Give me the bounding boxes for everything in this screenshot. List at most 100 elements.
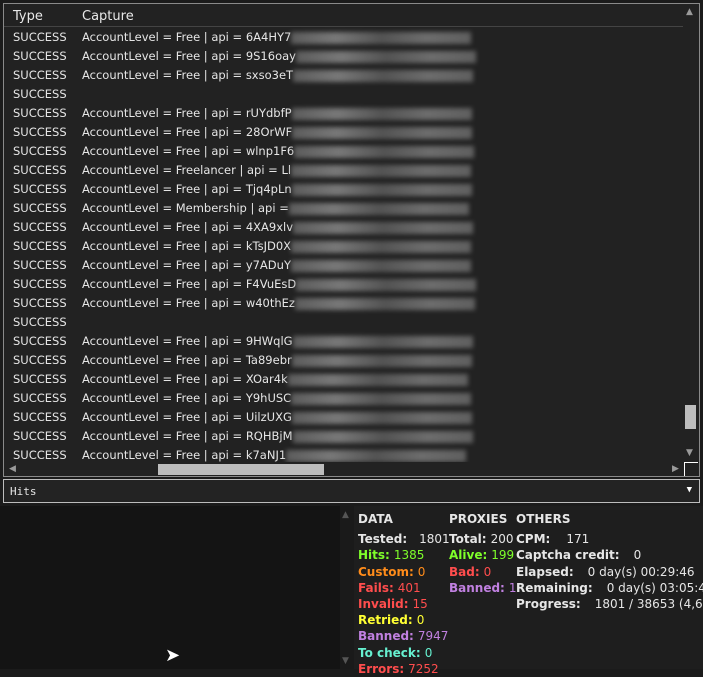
horizontal-scroll-thumb[interactable] [158,464,324,475]
horizontal-scrollbar[interactable]: ◀ ▶ [4,462,684,476]
stat-value: 15 [412,596,428,611]
scroll-down-icon[interactable]: ▼ [342,656,349,666]
row-capture: AccountLevel = Free | api = 4XA9xlv [82,218,473,237]
table-row[interactable]: SUCCESS AccountLevel = Free | api = XOar4… [4,370,684,389]
capture-text: AccountLevel = Free | api = XOar4k [82,372,288,386]
vertical-scroll-thumb[interactable] [685,405,696,429]
table-row[interactable]: SUCCESS AccountLevel = Free | api = Tjq4p… [4,180,684,199]
table-row[interactable]: SUCCESS AccountLevel = Free | api = Ta89e… [4,351,684,370]
row-capture: AccountLevel = Free | api = Tjq4pLn [82,180,472,199]
redacted-blur [288,202,469,215]
row-capture: AccountLevel = Free | api = w40thEz [82,294,475,313]
stat-data-item: Hits: 1385 [358,547,450,563]
scroll-down-icon[interactable]: ▼ [686,448,693,458]
stat-data-item: Banned: 7947 [358,628,450,644]
table-row[interactable]: SUCCESS AccountLevel = Free | api = 9HWql… [4,332,684,351]
table-row[interactable]: SUCCESS AccountLevel = Free | api = 4XA9x… [4,218,684,237]
table-row[interactable]: SUCCESS AccountLevel = Free | api = 9S16o… [4,47,684,66]
row-type: SUCCESS [13,296,67,310]
row-type: SUCCESS [13,334,67,348]
stat-proxies-item: Total: 200 [449,531,517,547]
table-row[interactable]: SUCCESS AccountLevel = Free | api = sxso3… [4,66,684,85]
capture-text: AccountLevel = Free | api = F4VuEsD [82,277,297,291]
stat-label: Fails: [358,580,394,595]
table-row[interactable]: SUCCESS AccountLevel = Free | api = RQHBj… [4,427,684,446]
scroll-right-icon[interactable]: ▶ [672,464,679,474]
stat-data-item: Retried: 0 [358,612,450,628]
redacted-blur [291,240,472,253]
stat-value: 0 [417,564,426,579]
row-capture: AccountLevel = Free | api = F4VuEsD [82,275,477,294]
row-type: SUCCESS [13,315,67,329]
redacted-blur [291,31,472,44]
stat-value: 0 day(s) 00:29:46 [587,564,695,579]
column-header-type[interactable]: Type [13,9,43,24]
table-row[interactable]: SUCCESS AccountLevel = Free | api = rUYdb… [4,104,684,123]
row-capture: AccountLevel = Freelancer | api = Ll [82,161,472,180]
table-row[interactable]: SUCCESS AccountLevel = Free | api = wlnp1… [4,142,684,161]
row-capture: AccountLevel = Free | api = 9S16oay [82,47,476,66]
table-row[interactable]: SUCCESS AccountLevel = Free | api = F4VuE… [4,275,684,294]
data-title: DATA [358,512,393,526]
redacted-blur [291,183,472,196]
stat-proxies-item: Banned: 1 [449,580,517,596]
stat-value: 171 [566,532,590,547]
stat-value: 0 [483,564,492,579]
table-row[interactable]: SUCCESS AccountLevel = Free | api = w40th… [4,294,684,313]
column-header-capture[interactable]: Capture [82,9,134,24]
stat-label: Invalid: [358,596,409,611]
row-type: SUCCESS [13,429,67,443]
row-capture: AccountLevel = Free | api = kTsJD0X [82,237,472,256]
row-type: SUCCESS [13,410,67,424]
stat-data-item: Tested: 1801 [358,531,450,547]
table-row[interactable]: SUCCESS [4,85,684,104]
table-row[interactable]: SUCCESS [4,313,684,332]
capture-text: AccountLevel = Free | api = 9HWqlG [82,334,293,348]
stat-value: 1801 / 38653 (4,66%) [594,596,703,611]
scroll-left-icon[interactable]: ◀ [9,464,16,474]
table-row[interactable]: SUCCESS AccountLevel = Free | api = Y9hUS… [4,389,684,408]
stat-data-item: Invalid: 15 [358,596,450,612]
row-capture: AccountLevel = Free | api = rUYdbfP [82,104,472,123]
stats-scrollbar[interactable]: ▲ ▼ [340,506,354,669]
table-row[interactable]: SUCCESS AccountLevel = Freelancer | api =… [4,161,684,180]
row-type: SUCCESS [13,201,67,215]
capture-text: AccountLevel = Freelancer | api = Ll [82,163,292,177]
stat-label: Bad: [449,564,480,579]
redacted-blur [296,278,477,291]
row-capture: AccountLevel = Free | api = y7ADuY [82,256,471,275]
table-row[interactable]: SUCCESS AccountLevel = Free | api = kTsJD… [4,237,684,256]
hits-grid[interactable]: Type Capture SUCCESS AccountLevel = Free … [3,3,700,477]
vertical-scrollbar[interactable]: ▲ ▼ [683,4,699,462]
table-row[interactable]: SUCCESS AccountLevel = Free | api = UilzU… [4,408,684,427]
stat-label: Alive: [449,548,488,563]
redacted-blur [293,69,474,82]
row-type: SUCCESS [13,353,67,367]
redacted-blur [292,430,473,443]
capture-text: AccountLevel = Free | api = kTsJD0X [82,239,292,253]
stat-value: 401 [397,580,421,595]
table-row[interactable]: SUCCESS AccountLevel = Free | api = 6A4HY… [4,28,684,47]
scroll-up-icon[interactable]: ▲ [342,510,349,520]
grid-header: Type Capture [4,4,684,27]
capture-text: AccountLevel = Free | api = rUYdbfP [82,106,292,120]
redacted-blur [294,145,475,158]
table-row[interactable]: SUCCESS AccountLevel = Membership | api = [4,199,684,218]
data-stats: DATA Tested: 1801 Hits: 1385 Custom: 0 Fails: 40… [358,511,450,677]
stat-others-item: CPM: 171 [516,531,703,547]
stat-label: Hits: [358,548,390,563]
row-type: SUCCESS [13,68,67,82]
filter-selected: Hits [10,485,37,498]
row-capture: AccountLevel = Free | api = 28OrWF [82,123,473,142]
scroll-up-icon[interactable]: ▲ [686,7,693,17]
capture-text: AccountLevel = Free | api = RQHBjM [82,429,293,443]
table-row[interactable]: SUCCESS AccountLevel = Free | api = y7ADu… [4,256,684,275]
chevron-down-icon: ▼ [686,485,692,495]
capture-text: AccountLevel = Free | api = Y9hUSC [82,391,292,405]
redacted-blur [291,164,472,177]
redacted-blur [292,126,473,139]
proxies-title: PROXIES [449,512,508,526]
stat-others-item: Progress: 1801 / 38653 (4,66%) [516,596,703,612]
filter-dropdown[interactable]: Hits ▼ [3,479,700,503]
table-row[interactable]: SUCCESS AccountLevel = Free | api = 28OrW… [4,123,684,142]
